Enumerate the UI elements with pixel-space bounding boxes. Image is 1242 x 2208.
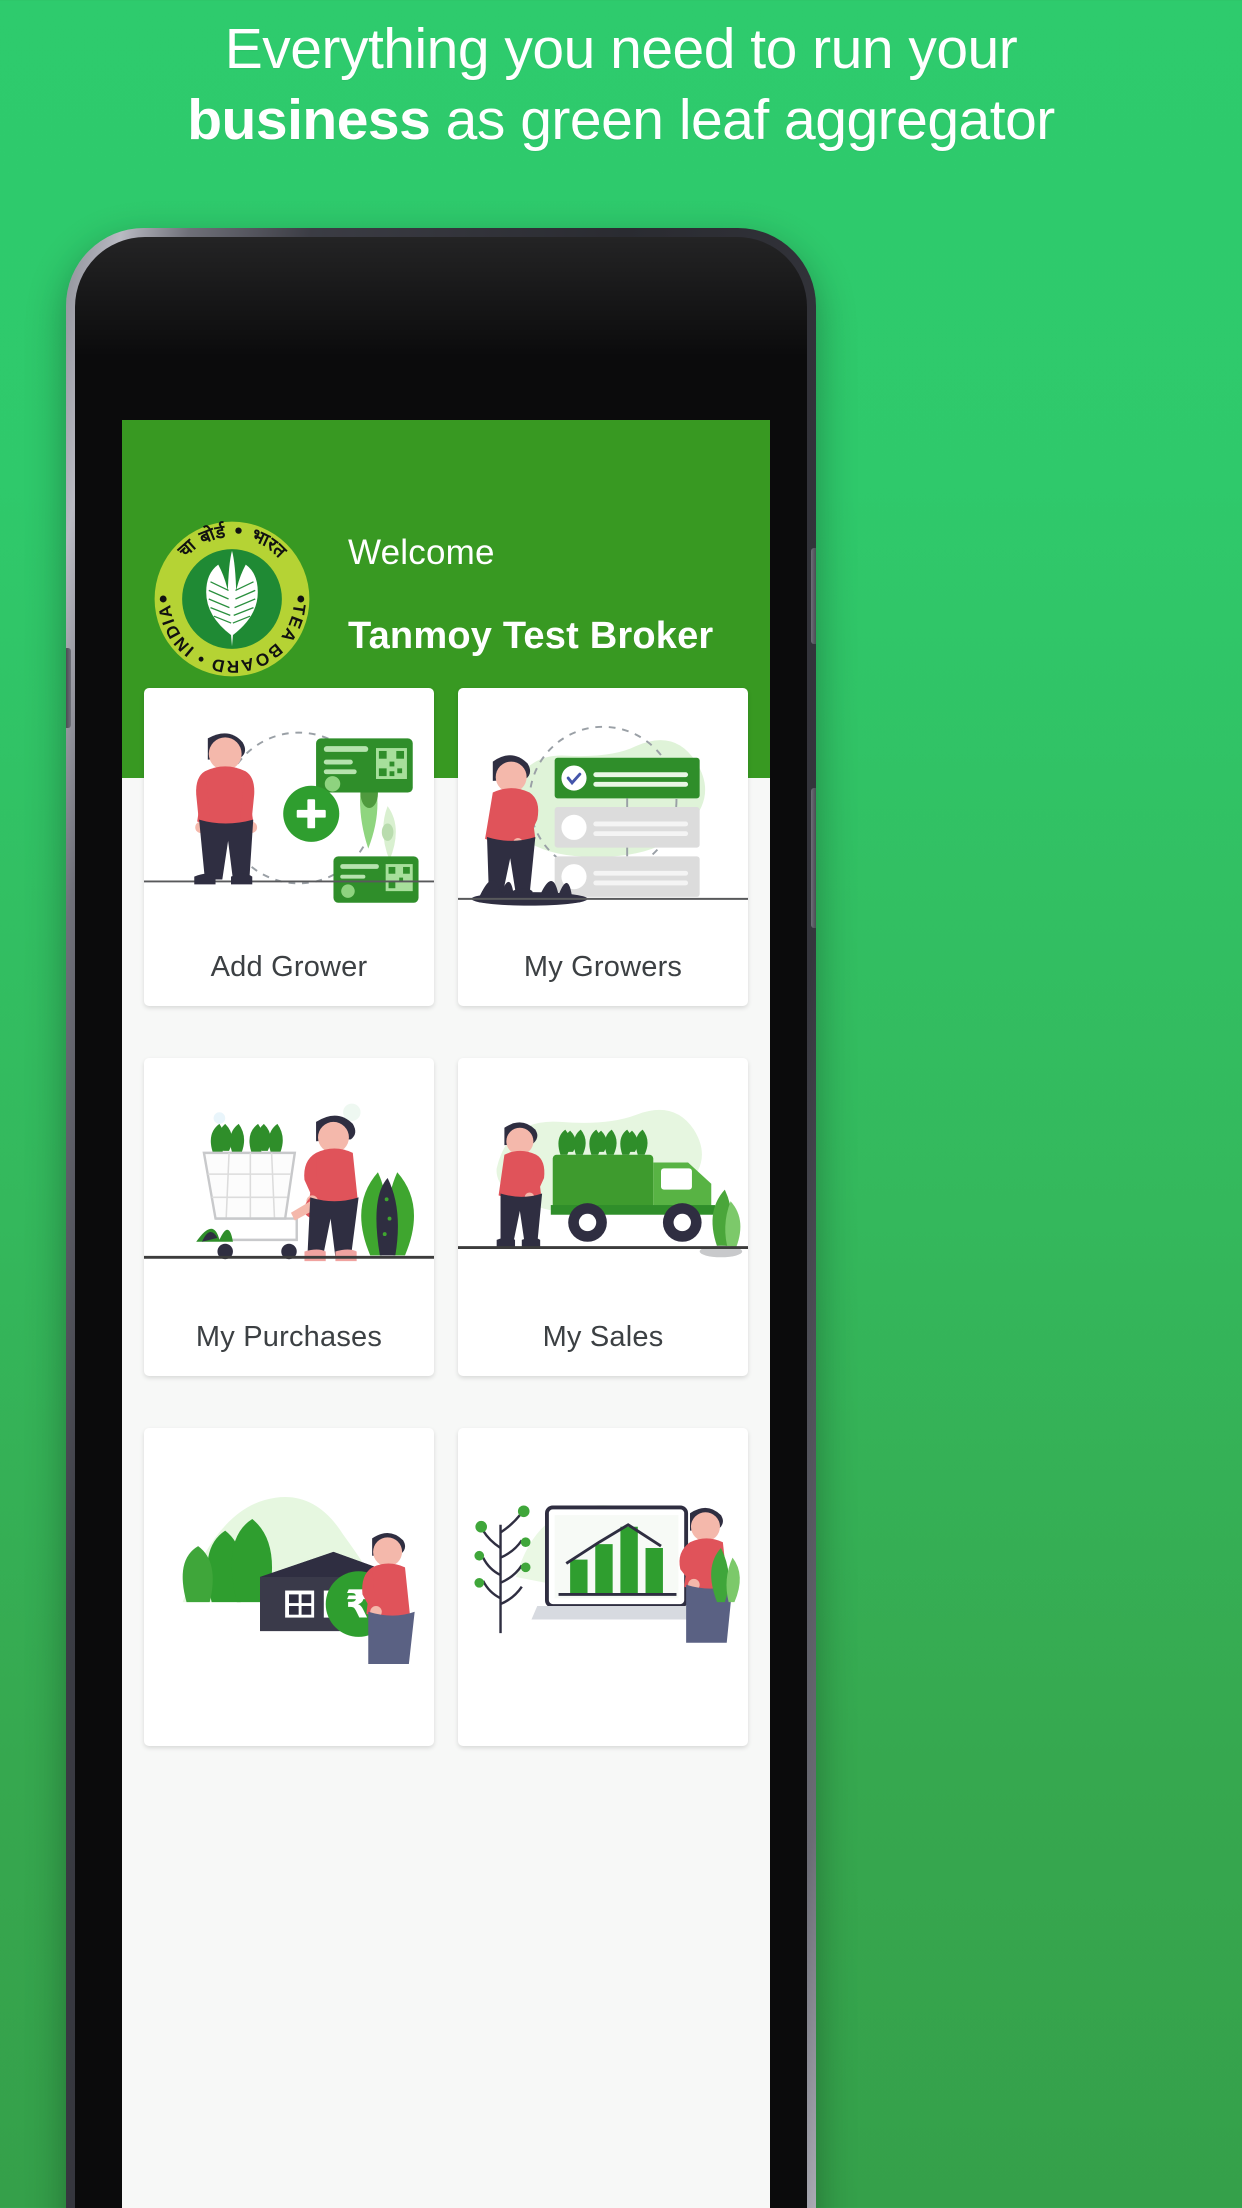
my-purchases-illustration [144,1058,434,1298]
tile-label: Add Grower [210,950,368,983]
promo-line-1: Everything you need to run your [224,17,1018,81]
phone-screen-bezel: चा बोर्ड • भारत TEA BOARD • INDIA Welcom… [75,237,807,2208]
user-name: Tanmoy Test Broker [348,615,714,658]
tea-board-india-logo-icon: चा बोर्ड • भारत TEA BOARD • INDIA [154,520,310,677]
tile-label: My Sales [542,1320,664,1353]
tile-label [144,1668,434,1746]
tile-my-growers[interactable]: My Growers [458,688,748,1006]
tile-my-sales[interactable]: My Sales [458,1058,748,1376]
promo-headline: Everything you need to run your business… [0,0,1242,155]
power-button[interactable] [811,788,816,928]
tile-estate-payment[interactable]: ₹ [144,1428,434,1746]
welcome-label: Welcome [348,532,495,572]
app-screen: चा बोर्ड • भारत TEA BOARD • INDIA Welcom… [122,420,770,2208]
bezel-highlight [75,237,807,357]
promo-line-2: business as green leaf aggregator [26,85,1216,156]
tile-add-grower[interactable]: Add Grower [144,688,434,1006]
my-sales-illustration [458,1058,748,1298]
promo-bold-word: business [187,87,431,152]
tile-my-purchases[interactable]: My Purchases [144,1058,434,1376]
add-grower-illustration [144,688,434,928]
header-text-block: Welcome Tanmoy Test Broker [348,532,714,664]
phone-mockup: चा बोर्ड • भारत TEA BOARD • INDIA Welcom… [66,228,816,2208]
estate-payment-illustration: ₹ [144,1428,434,1668]
my-growers-illustration [458,688,748,928]
tile-label [458,1668,748,1746]
tile-label: My Growers [523,950,683,983]
tile-label: My Purchases [195,1320,383,1353]
tile-reports[interactable] [458,1428,748,1746]
mute-switch[interactable] [811,548,816,644]
volume-button[interactable] [66,648,71,728]
promo-line-2-rest: as green leaf aggregator [430,87,1056,152]
dashboard-tile-grid: Add Grower My Growers My Purchases My Sa… [122,688,770,2208]
reports-chart-illustration [458,1428,748,1668]
